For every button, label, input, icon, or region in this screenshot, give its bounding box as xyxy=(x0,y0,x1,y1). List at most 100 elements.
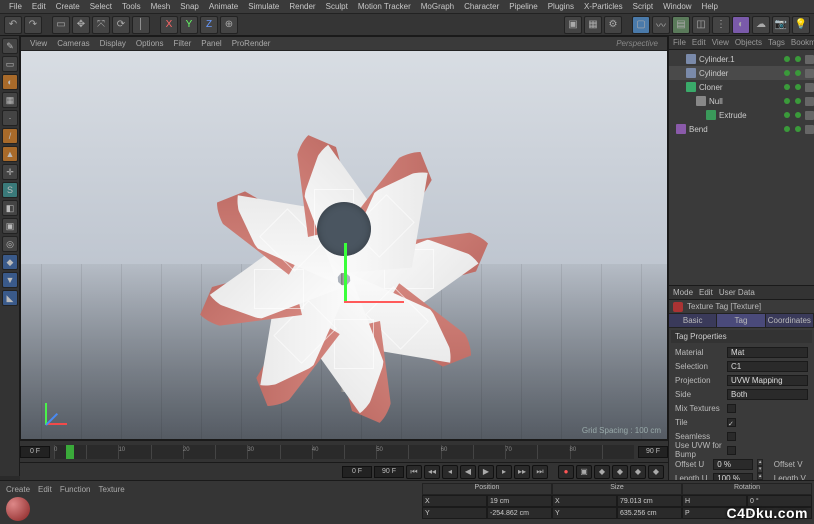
workplane-snap[interactable]: ◆ xyxy=(2,254,18,270)
viewport-solo[interactable]: ▣ xyxy=(2,218,18,234)
current-frame-field[interactable]: 0 F xyxy=(342,466,372,478)
timeline-ruler[interactable]: 0102030405060708090 xyxy=(54,445,634,459)
axis-mode[interactable]: ✛ xyxy=(2,164,18,180)
next-frame[interactable]: ▸ xyxy=(496,465,512,479)
objmgr-menu-bookmarks[interactable]: Bookmarks xyxy=(791,38,814,47)
attr-tab-tag[interactable]: Tag xyxy=(717,314,765,327)
add-light[interactable]: 💡 xyxy=(792,16,810,34)
visibility-render-dot[interactable] xyxy=(795,84,801,90)
xray-toggle[interactable]: S xyxy=(2,182,18,198)
menu-animate[interactable]: Animate xyxy=(204,2,243,11)
objmgr-menu-tags[interactable]: Tags xyxy=(768,38,785,47)
coord-cell[interactable]: 635.256 cm xyxy=(617,507,682,519)
menu-create[interactable]: Create xyxy=(51,2,85,11)
visibility-render-dot[interactable] xyxy=(795,56,801,62)
undo-button[interactable]: ↶ xyxy=(4,16,22,34)
menu-motion-tracker[interactable]: Motion Tracker xyxy=(353,2,416,11)
total-frames-field[interactable]: 90 F xyxy=(374,466,404,478)
menu-mesh[interactable]: Mesh xyxy=(146,2,176,11)
menu-edit[interactable]: Edit xyxy=(27,2,51,11)
menu-render[interactable]: Render xyxy=(284,2,320,11)
goto-end[interactable]: ⏭ xyxy=(532,465,548,479)
view-menu-prorender[interactable]: ProRender xyxy=(227,39,276,48)
tag-icon[interactable] xyxy=(805,111,814,120)
timeline-end-field[interactable]: 90 F xyxy=(638,446,668,458)
view-menu-cameras[interactable]: Cameras xyxy=(52,39,94,48)
visibility-editor-dot[interactable] xyxy=(784,98,790,104)
tag-icon[interactable] xyxy=(805,55,814,64)
record-key[interactable]: ● xyxy=(558,465,574,479)
attr-tab-basic[interactable]: Basic xyxy=(669,314,717,327)
x-lock[interactable]: X xyxy=(160,16,178,34)
view-menu-view[interactable]: View xyxy=(25,39,52,48)
timeline-playhead[interactable] xyxy=(66,445,74,459)
menu-tools[interactable]: Tools xyxy=(117,2,146,11)
visibility-editor-dot[interactable] xyxy=(784,126,790,132)
offset-u-field[interactable]: 0 % xyxy=(713,459,753,470)
scale-tool[interactable]: ⤧ xyxy=(92,16,110,34)
coord-cell[interactable]: 19 cm xyxy=(487,495,552,507)
material-field[interactable]: Mat xyxy=(727,347,808,358)
object-row-null[interactable]: Null xyxy=(669,94,814,108)
workplane-mode[interactable]: ▦ xyxy=(2,92,18,108)
menu-plugins[interactable]: Plugins xyxy=(543,2,579,11)
planar-snap[interactable]: ◣ xyxy=(2,290,18,306)
z-lock[interactable]: Z xyxy=(200,16,218,34)
add-cube[interactable]: ▢ xyxy=(632,16,650,34)
attr-menu-mode[interactable]: Mode xyxy=(673,288,693,297)
make-editable[interactable]: ✎ xyxy=(2,38,18,54)
tile-checkbox[interactable] xyxy=(727,418,736,427)
coord-cell[interactable]: 79.013 cm xyxy=(617,495,682,507)
add-subdiv[interactable]: ◫ xyxy=(692,16,710,34)
coord-cell[interactable]: Y xyxy=(422,507,487,519)
timeline-start-field[interactable]: 0 F xyxy=(20,446,50,458)
visibility-render-dot[interactable] xyxy=(795,98,801,104)
snap-toggle[interactable]: ◎ xyxy=(2,236,18,252)
visibility-editor-dot[interactable] xyxy=(784,56,790,62)
attr-menu-edit[interactable]: Edit xyxy=(699,288,713,297)
object-row-cylinder-1[interactable]: Cylinder.1 xyxy=(669,52,814,66)
visibility-render-dot[interactable] xyxy=(795,126,801,132)
visibility-editor-dot[interactable] xyxy=(784,70,790,76)
prev-frame[interactable]: ◂ xyxy=(442,465,458,479)
next-key[interactable]: ▸▸ xyxy=(514,465,530,479)
key-scale[interactable]: ◆ xyxy=(612,465,628,479)
selection-field[interactable]: C1 xyxy=(727,361,808,372)
texture-mode[interactable]: ◐ xyxy=(2,74,18,90)
view-menu-options[interactable]: Options xyxy=(131,39,169,48)
projection-dropdown[interactable]: UVW Mapping xyxy=(727,375,808,386)
locked-workplane[interactable]: ▼ xyxy=(2,272,18,288)
render-settings[interactable]: ⚙ xyxy=(604,16,622,34)
object-row-cylinder[interactable]: Cylinder xyxy=(669,66,814,80)
matmgr-menu-texture[interactable]: Texture xyxy=(99,485,125,494)
objmgr-menu-edit[interactable]: Edit xyxy=(692,38,706,47)
menu-sculpt[interactable]: Sculpt xyxy=(321,2,353,11)
model-mode[interactable]: ▭ xyxy=(2,56,18,72)
autokey[interactable]: ▣ xyxy=(576,465,592,479)
view-menu-panel[interactable]: Panel xyxy=(196,39,226,48)
object-tree[interactable]: Cylinder.1CylinderClonerNullExtrudeBend xyxy=(669,50,814,285)
material-ball[interactable] xyxy=(6,497,30,521)
objmgr-menu-objects[interactable]: Objects xyxy=(735,38,762,47)
coord-sys[interactable]: ⊕ xyxy=(220,16,238,34)
coord-cell[interactable]: X xyxy=(552,495,617,507)
polygon-mode[interactable]: ▲ xyxy=(2,146,18,162)
matmgr-menu-edit[interactable]: Edit xyxy=(38,485,52,494)
seamless-checkbox[interactable] xyxy=(727,432,736,441)
attr-tab-coordinates[interactable]: Coordinates xyxy=(766,314,814,327)
menu-character[interactable]: Character xyxy=(459,2,504,11)
menu-select[interactable]: Select xyxy=(85,2,117,11)
use-uvw-bump-checkbox[interactable] xyxy=(727,446,736,455)
rotate-tool[interactable]: ⟳ xyxy=(112,16,130,34)
object-row-extrude[interactable]: Extrude xyxy=(669,108,814,122)
matmgr-menu-create[interactable]: Create xyxy=(6,485,30,494)
menu-file[interactable]: File xyxy=(4,2,27,11)
visibility-editor-dot[interactable] xyxy=(784,84,790,90)
attr-menu-user-data[interactable]: User Data xyxy=(719,288,755,297)
prev-key[interactable]: ◂◂ xyxy=(424,465,440,479)
perspective-viewport[interactable]: Grid Spacing : 100 cm xyxy=(21,51,667,439)
y-lock[interactable]: Y xyxy=(180,16,198,34)
side-dropdown[interactable]: Both xyxy=(727,389,808,400)
menu-pipeline[interactable]: Pipeline xyxy=(504,2,542,11)
objmgr-menu-view[interactable]: View xyxy=(712,38,729,47)
